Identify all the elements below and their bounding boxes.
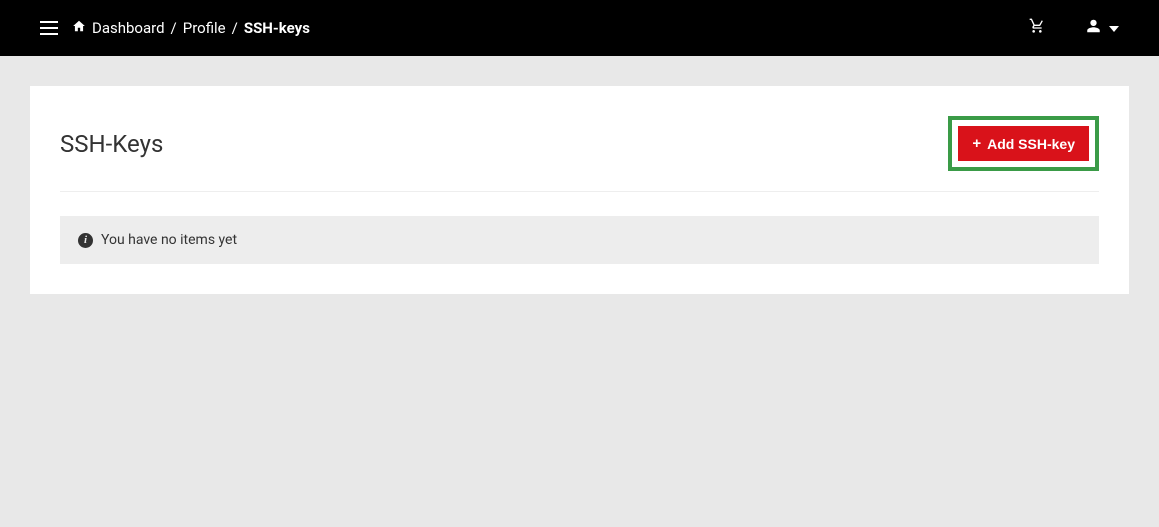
info-icon: i: [78, 233, 93, 248]
breadcrumb-separator: /: [171, 19, 177, 37]
cart-icon[interactable]: [1028, 18, 1046, 38]
home-icon[interactable]: [72, 19, 86, 37]
add-button-highlight: + Add SSH-key: [948, 116, 1099, 171]
breadcrumb-profile[interactable]: Profile: [183, 19, 226, 37]
navbar-right: [1028, 18, 1119, 38]
breadcrumb-dashboard[interactable]: Dashboard: [92, 19, 165, 37]
content-area: SSH-Keys + Add SSH-key i You have no ite…: [0, 56, 1159, 527]
plus-icon: +: [972, 135, 981, 152]
menu-icon[interactable]: [40, 21, 58, 35]
chevron-down-icon: [1109, 22, 1119, 35]
empty-state-alert: i You have no items yet: [60, 216, 1099, 264]
breadcrumb: Dashboard / Profile / SSH-keys: [72, 19, 310, 37]
alert-message: You have no items yet: [101, 232, 237, 248]
navbar: Dashboard / Profile / SSH-keys: [0, 0, 1159, 56]
panel-header: SSH-Keys + Add SSH-key: [60, 116, 1099, 192]
page-title: SSH-Keys: [60, 130, 163, 158]
app-window: Dashboard / Profile / SSH-keys: [0, 0, 1159, 527]
navbar-left: Dashboard / Profile / SSH-keys: [40, 19, 310, 37]
panel: SSH-Keys + Add SSH-key i You have no ite…: [30, 86, 1129, 294]
breadcrumb-separator: /: [232, 19, 238, 37]
add-ssh-key-button[interactable]: + Add SSH-key: [958, 126, 1089, 161]
add-button-label: Add SSH-key: [987, 136, 1075, 152]
user-menu[interactable]: [1086, 18, 1119, 38]
user-icon: [1086, 18, 1101, 38]
breadcrumb-sshkeys: SSH-keys: [244, 19, 310, 37]
